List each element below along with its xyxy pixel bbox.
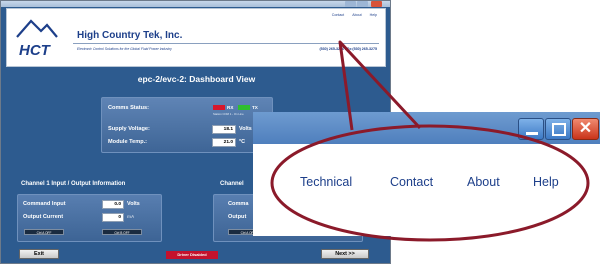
zoomed-titlebar: ✕: [253, 112, 600, 144]
screenshot-stage: HCT Contact About Help High Country Tek,…: [0, 0, 600, 267]
app-header: HCT Contact About Help High Country Tek,…: [6, 8, 386, 67]
tx-indicator: [238, 105, 250, 110]
minimize-icon: [519, 119, 543, 139]
status-panel: Comms Status: RX TX Station COM 1 - On L…: [101, 97, 273, 153]
zoomed-window-detail: ✕ Technical Contact About Help: [253, 112, 600, 236]
company-phone: (530) 265-3236 / Fx:(530) 265-3275: [319, 47, 377, 51]
comms-status-label: Comms Status:: [108, 105, 150, 111]
rx-label: RX: [227, 105, 234, 110]
nav-link-about[interactable]: About: [352, 13, 361, 17]
maximize-control[interactable]: [357, 1, 368, 7]
company-name: High Country Tek, Inc.: [77, 30, 183, 41]
exit-button[interactable]: Exit: [19, 249, 59, 259]
dashboard-title: epc-2/evc-2: Dashboard View: [137, 74, 256, 84]
supply-voltage-unit: Volts: [239, 126, 252, 132]
channel1-panel: Command Input 0.0 Volts Output Current 0…: [17, 194, 162, 242]
channel1-command-value: 0.0: [102, 200, 124, 209]
comms-sub-status: Station COM 1 - On Line: [213, 112, 244, 116]
window-titlebar: [1, 1, 390, 7]
channel1-command-unit: Volts: [127, 201, 140, 207]
maximize-button[interactable]: [545, 118, 571, 140]
logo-text: HCT: [19, 42, 52, 59]
module-temp-label: Module Temp.:: [108, 139, 148, 145]
minimize-button[interactable]: [518, 118, 544, 140]
zoom-link-about[interactable]: About: [467, 175, 500, 189]
supply-voltage-label: Supply Voltage:: [108, 126, 150, 132]
tx-label: TX: [252, 105, 258, 110]
driver-status-badge: Driver Disabled: [166, 251, 218, 259]
channel1-output-label: Output Current: [23, 214, 64, 220]
supply-voltage-value: 18.1: [212, 125, 236, 134]
nav-link-help[interactable]: Help: [370, 13, 377, 17]
header-nav: Contact About Help: [332, 13, 377, 17]
channel1-output-value: 0: [102, 213, 124, 222]
close-icon: ✕: [578, 120, 593, 137]
hct-logo: HCT: [13, 15, 61, 61]
channel1-command-label: Command Input: [23, 201, 66, 207]
channel2-command-label: Comma: [228, 201, 249, 207]
module-temp-unit: °C: [239, 139, 246, 145]
channel1-title: Channel 1 Input / Output Information: [21, 181, 126, 187]
next-button[interactable]: Next >>: [321, 249, 369, 259]
maximize-icon: [546, 119, 570, 139]
channel1-ctrl-a-button[interactable]: Ctrl A OFF: [24, 229, 64, 235]
zoom-link-contact[interactable]: Contact: [390, 175, 433, 189]
header-divider: [73, 43, 379, 44]
close-button[interactable]: ✕: [572, 118, 599, 140]
company-tagline: Electronic Control Solutions for the Glo…: [77, 47, 172, 51]
channel2-title: Channel: [220, 181, 244, 187]
rx-indicator: [213, 105, 225, 110]
nav-link-contact[interactable]: Contact: [332, 13, 344, 17]
module-temp-value: 21.0: [212, 138, 236, 147]
close-control[interactable]: [371, 1, 382, 7]
channel2-output-label: Output: [228, 214, 247, 220]
zoom-link-technical[interactable]: Technical: [300, 175, 352, 189]
channel1-output-unit: mA: [127, 214, 135, 219]
zoom-link-help[interactable]: Help: [533, 175, 559, 189]
minimize-control[interactable]: [345, 1, 356, 7]
channel1-ctrl-b-button[interactable]: Ctrl B OFF: [102, 229, 142, 235]
